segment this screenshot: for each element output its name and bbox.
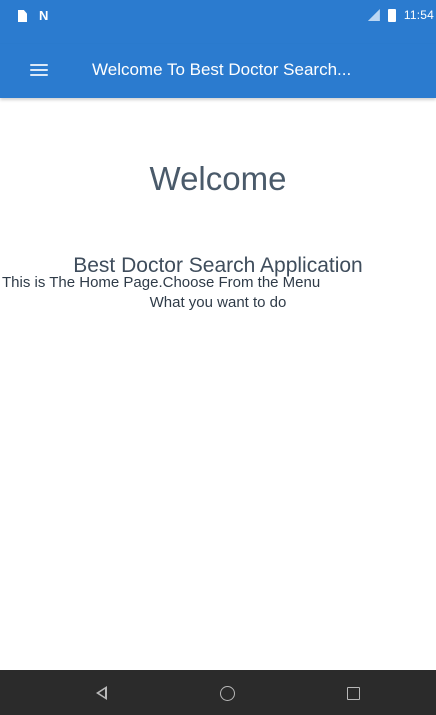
description-line-1: This is The Home Page.Choose From the Me… [2, 274, 321, 291]
app-screen: N 11:54 Welcome To Best Doctor Search...… [0, 0, 436, 715]
signal-icon [367, 9, 380, 21]
welcome-heading: Welcome [149, 160, 287, 197]
sim-card-icon [18, 10, 27, 22]
back-icon [95, 686, 107, 700]
recent-apps-button[interactable] [338, 678, 368, 708]
recent-apps-icon [346, 686, 360, 700]
app-title: Welcome To Best Doctor Search... [92, 60, 352, 79]
status-right-icons: 11:54 [367, 8, 434, 22]
system-nav-bar [0, 670, 436, 715]
home-icon [219, 685, 235, 701]
home-description: This is The Home Page.Choose From the Me… [0, 274, 436, 334]
description-line-2: What you want to do [149, 294, 287, 311]
home-button[interactable] [212, 678, 242, 708]
nfc-n-icon: N [39, 8, 49, 23]
status-left-icons: N [18, 9, 48, 23]
back-button[interactable] [86, 678, 116, 708]
app-bar: Welcome To Best Doctor Search... [0, 44, 436, 98]
status-clock: 11:54 [403, 8, 434, 22]
status-bar: N 11:54 [0, 0, 436, 44]
hamburger-menu-icon[interactable] [30, 62, 50, 78]
battery-icon [387, 8, 396, 22]
